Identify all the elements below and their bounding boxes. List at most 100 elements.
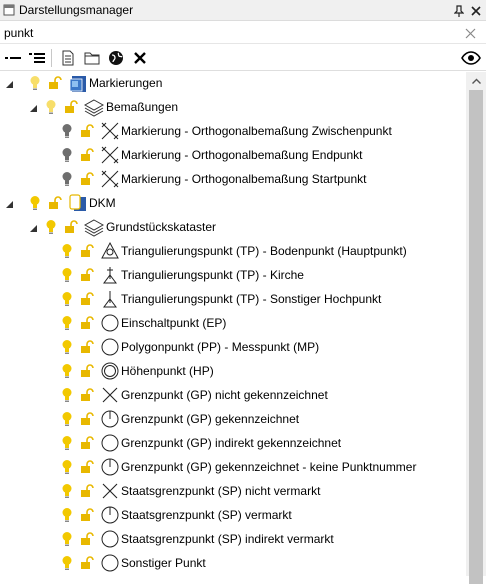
tree-row[interactable]: Bemaßungen [0, 95, 466, 119]
lock-icon[interactable] [80, 460, 94, 474]
tree-row[interactable]: Staatsgrenzpunkt (SP) nicht vermarkt [0, 479, 466, 503]
lock-icon[interactable] [80, 532, 94, 546]
cross-point-symbol-icon [100, 385, 120, 405]
visibility-bulb-icon[interactable] [62, 411, 72, 427]
display-manager-panel: Darstellungsmanager punkt Markierungen B… [0, 0, 486, 584]
visibility-bulb-icon[interactable] [62, 291, 72, 307]
tree-row[interactable]: DKM [0, 191, 466, 215]
lock-icon[interactable] [80, 124, 94, 138]
tree-row[interactable]: Grenzpunkt (GP) gekennzeichnet [0, 407, 466, 431]
lock-icon[interactable] [48, 196, 62, 210]
tree-row[interactable]: Grenzpunkt (GP) nicht gekennzeichnet [0, 383, 466, 407]
lock-icon[interactable] [48, 76, 62, 90]
tree-item-label: Markierung - Orthogonalbemaßung Endpunkt [121, 148, 363, 162]
tree-row[interactable]: Grundstückskataster [0, 215, 466, 239]
tree-row[interactable]: Staatsgrenzpunkt (SP) indirekt vermarkt [0, 527, 466, 551]
expand-toggle-icon[interactable] [28, 222, 38, 232]
new-document-icon[interactable] [57, 47, 79, 69]
visibility-bulb-icon[interactable] [62, 459, 72, 475]
tree-item-label: DKM [89, 196, 116, 210]
visibility-bulb-icon[interactable] [62, 363, 72, 379]
clear-search-icon[interactable] [462, 25, 478, 41]
open-folder-icon[interactable] [81, 47, 103, 69]
tree-row[interactable]: Höhenpunkt (HP) [0, 359, 466, 383]
tree-row[interactable]: Staatsgrenzpunkt (SP) vermarkt [0, 503, 466, 527]
tree-item-label: Einschaltpunkt (EP) [121, 316, 227, 330]
vertical-scrollbar[interactable] [466, 72, 486, 584]
lock-icon[interactable] [80, 388, 94, 402]
visibility-bulb-icon[interactable] [62, 243, 72, 259]
visibility-bulb-icon[interactable] [62, 339, 72, 355]
tree-row[interactable]: Sonstiger Punkt [0, 551, 466, 575]
visibility-bulb-icon[interactable] [46, 219, 56, 235]
delete-icon[interactable] [129, 47, 151, 69]
circle-point-symbol-icon [100, 433, 120, 453]
tree-row[interactable]: Triangulierungspunkt (TP) - Bodenpunkt (… [0, 239, 466, 263]
expand-all-icon[interactable] [26, 47, 48, 69]
visibility-bulb-icon[interactable] [46, 99, 56, 115]
collapse-all-icon[interactable] [2, 47, 24, 69]
visibility-bulb-icon[interactable] [62, 147, 72, 163]
scroll-thumb[interactable] [469, 90, 483, 584]
tree-row[interactable]: Triangulierungspunkt (TP) - Kirche [0, 263, 466, 287]
tree-row[interactable]: Triangulierungspunkt (TP) - Sonstiger Ho… [0, 287, 466, 311]
lock-icon[interactable] [80, 484, 94, 498]
lock-icon[interactable] [64, 100, 78, 114]
lock-icon[interactable] [80, 268, 94, 282]
visibility-bulb-icon[interactable] [62, 483, 72, 499]
scroll-up-icon[interactable] [466, 72, 486, 89]
lock-icon[interactable] [80, 172, 94, 186]
tree-row[interactable]: Markierung - Orthogonalbemaßung Startpun… [0, 167, 466, 191]
tree-row[interactable]: Grenzpunkt (GP) indirekt gekennzeichnet [0, 431, 466, 455]
visibility-bulb-icon[interactable] [62, 435, 72, 451]
lock-icon[interactable] [80, 556, 94, 570]
close-icon[interactable] [467, 2, 484, 19]
double-circle-symbol-icon [100, 361, 120, 381]
search-input[interactable] [4, 24, 454, 42]
expand-toggle-icon[interactable] [28, 102, 38, 112]
tree-row[interactable]: Markierungen [0, 72, 466, 95]
tree-item-label: Bemaßungen [106, 100, 179, 114]
circle-point-symbol-icon [100, 529, 120, 549]
visibility-bulb-icon[interactable] [62, 123, 72, 139]
visibility-bulb-icon[interactable] [62, 315, 72, 331]
visibility-bulb-icon[interactable] [62, 387, 72, 403]
circle-point-symbol-icon [100, 337, 120, 357]
high-point-symbol-icon [100, 289, 120, 309]
tree-item-label: Staatsgrenzpunkt (SP) nicht vermarkt [121, 484, 321, 498]
tree-row[interactable]: Markierung - Orthogonalbemaßung Endpunkt [0, 143, 466, 167]
lock-icon[interactable] [80, 148, 94, 162]
tree-row[interactable]: Polygonpunkt (PP) - Messpunkt (MP) [0, 335, 466, 359]
lock-icon[interactable] [80, 316, 94, 330]
tree-row[interactable]: Einschaltpunkt (EP) [0, 311, 466, 335]
expand-toggle-icon[interactable] [4, 78, 14, 88]
lock-icon[interactable] [64, 220, 78, 234]
lock-icon[interactable] [80, 244, 94, 258]
search-bar [0, 22, 486, 44]
eye-icon[interactable] [460, 47, 482, 69]
pin-icon[interactable] [450, 2, 467, 19]
map-layer-icon [68, 73, 88, 93]
dimension-marker-icon [100, 145, 120, 165]
tree-item-label: Triangulierungspunkt (TP) - Bodenpunkt (… [121, 244, 407, 258]
expand-toggle-icon[interactable] [4, 198, 14, 208]
lock-icon[interactable] [80, 340, 94, 354]
visibility-bulb-icon[interactable] [62, 171, 72, 187]
tree-item-label: Grundstückskataster [106, 220, 217, 234]
visibility-bulb-icon[interactable] [62, 531, 72, 547]
lock-icon[interactable] [80, 364, 94, 378]
visibility-bulb-icon[interactable] [62, 555, 72, 571]
tree-row[interactable]: Grenzpunkt (GP) gekennzeichnet - keine P… [0, 455, 466, 479]
lock-icon[interactable] [80, 412, 94, 426]
lock-icon[interactable] [80, 508, 94, 522]
tree-row[interactable]: Markierung - Orthogonalbemaßung Zwischen… [0, 119, 466, 143]
visibility-bulb-icon[interactable] [30, 195, 40, 211]
lock-icon[interactable] [80, 436, 94, 450]
visibility-bulb-icon[interactable] [30, 75, 40, 91]
globe-icon[interactable] [105, 47, 127, 69]
tree-item-label: Markierung - Orthogonalbemaßung Zwischen… [121, 124, 392, 138]
cross-point-symbol-icon [100, 481, 120, 501]
visibility-bulb-icon[interactable] [62, 267, 72, 283]
visibility-bulb-icon[interactable] [62, 507, 72, 523]
lock-icon[interactable] [80, 292, 94, 306]
